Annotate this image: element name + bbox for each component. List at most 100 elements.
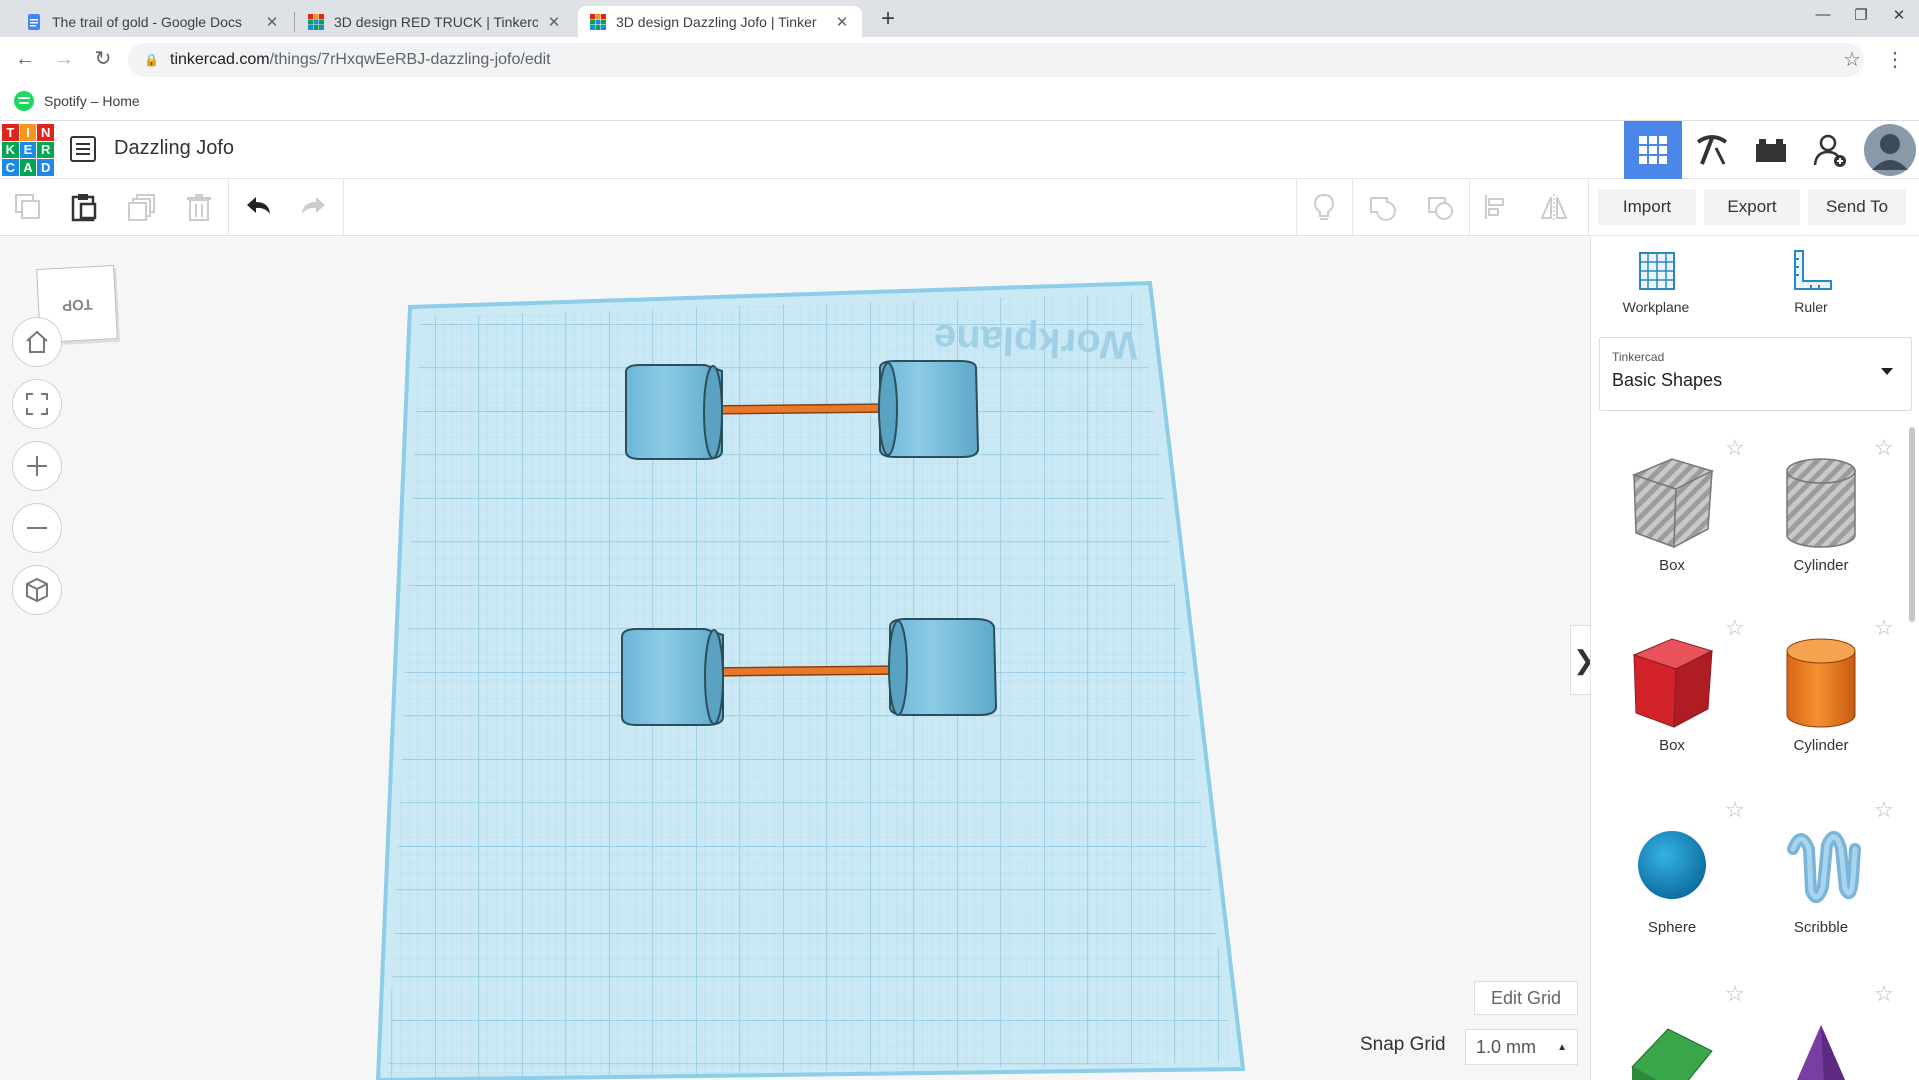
logo-letter: R	[37, 141, 54, 159]
restore-icon[interactable]: ❐	[1846, 6, 1876, 24]
shape-scribble[interactable]: Scribble	[1751, 809, 1891, 936]
blocks-button[interactable]	[1683, 121, 1741, 179]
hole-button[interactable]	[1422, 189, 1458, 225]
zoom-in-button[interactable]	[12, 441, 62, 491]
solid-button[interactable]	[1364, 189, 1400, 225]
url-path: /things/7rHxqwEeRBJ-dazzling-jofo/edit	[269, 51, 551, 68]
align-button[interactable]	[1479, 189, 1515, 225]
duplicate-button[interactable]	[124, 189, 160, 225]
tinkercad-favicon	[308, 13, 324, 30]
notes-button[interactable]	[1306, 189, 1342, 225]
logo-letter: T	[2, 124, 19, 141]
import-button[interactable]: Import	[1598, 189, 1696, 225]
close-icon[interactable]: ✕	[546, 13, 562, 31]
scribble-icon	[1787, 831, 1861, 903]
library-source: Tinkercad	[1612, 350, 1665, 364]
star-icon[interactable]: ☆	[1725, 981, 1745, 1007]
roof-icon	[1631, 1028, 1713, 1080]
zoom-out-button[interactable]	[12, 503, 62, 553]
mirror-button[interactable]	[1536, 189, 1572, 225]
shape-cylinder[interactable]: Cylinder	[1751, 627, 1891, 754]
bricks-button[interactable]	[1742, 121, 1800, 179]
shape-box-hole[interactable]: Box	[1602, 447, 1742, 574]
undo-button[interactable]	[240, 189, 276, 225]
box-red-icon	[1632, 638, 1714, 728]
browser-tab-docs[interactable]: The trail of gold - Google Docs ✕	[14, 6, 292, 37]
star-icon[interactable]: ☆	[1874, 615, 1894, 641]
close-icon[interactable]: ✕	[834, 13, 850, 31]
edit-grid-button[interactable]: Edit Grid	[1474, 981, 1578, 1015]
perspective-button[interactable]	[12, 565, 62, 615]
shape-library-select[interactable]: Tinkercad Basic Shapes	[1599, 337, 1912, 411]
shapes-panel: Workplane Ruler Tinkercad Basic Shapes B…	[1590, 237, 1919, 1080]
tinkercad-logo[interactable]: TIN KER CAD	[2, 124, 54, 176]
home-icon	[26, 330, 48, 353]
delete-button[interactable]	[181, 189, 217, 225]
shape-cone[interactable]	[1751, 1007, 1891, 1080]
star-icon[interactable]: ☆	[1874, 435, 1894, 461]
back-icon[interactable]: ←	[12, 47, 38, 73]
bookmark-star-icon[interactable]: ☆	[1843, 47, 1861, 72]
browser-menu-icon[interactable]: ⋮	[1885, 47, 1905, 72]
edit-toolbar: Import Export Send To	[0, 179, 1919, 236]
shape-roof[interactable]	[1602, 1007, 1742, 1080]
dropdown-icon	[1881, 368, 1893, 375]
fit-icon	[26, 393, 48, 415]
panel-scrollbar[interactable]	[1909, 427, 1915, 622]
design-list-icon[interactable]	[70, 136, 96, 162]
home-view-button[interactable]	[12, 317, 62, 367]
library-name: Basic Shapes	[1612, 370, 1723, 390]
collapse-panel-button[interactable]: ❯	[1570, 625, 1590, 695]
url-input[interactable]: 🔒 tinkercad.com/things/7rHxqwEeRBJ-dazzl…	[128, 43, 1864, 77]
shape-solid-icon	[1370, 197, 1396, 221]
star-icon[interactable]: ☆	[1725, 797, 1745, 823]
workplane-tool-button[interactable]: Workplane	[1601, 249, 1711, 315]
minimize-icon[interactable]: —	[1808, 6, 1838, 23]
close-icon[interactable]: ✕	[264, 13, 280, 31]
logo-letter: I	[19, 124, 37, 141]
tinkercad-favicon	[590, 13, 606, 30]
3d-view-button[interactable]	[1624, 121, 1682, 179]
window-close-icon[interactable]: ✕	[1884, 6, 1914, 24]
redo-button[interactable]	[296, 189, 332, 225]
toolbar-separator	[343, 179, 344, 236]
new-tab-button[interactable]: +	[874, 6, 902, 34]
star-icon[interactable]: ☆	[1874, 981, 1894, 1007]
bookmark-spotify[interactable]: Spotify – Home	[44, 93, 140, 109]
design-name[interactable]: Dazzling Jofo	[114, 137, 234, 160]
toolbar-separator	[1469, 179, 1470, 236]
workplane-icon	[1639, 252, 1675, 290]
browser-tab-dazzling-jofo[interactable]: 3D design Dazzling Jofo | Tinker ✕	[578, 6, 862, 37]
star-icon[interactable]: ☆	[1725, 615, 1745, 641]
browser-tab-red-truck[interactable]: 3D design RED TRUCK | Tinkerca ✕	[296, 6, 574, 37]
tab-title: The trail of gold - Google Docs	[52, 13, 242, 30]
mirror-icon	[1540, 194, 1568, 220]
shape-sphere[interactable]: Sphere	[1602, 809, 1742, 936]
forward-icon[interactable]: →	[51, 47, 77, 73]
star-icon[interactable]: ☆	[1874, 797, 1894, 823]
reload-icon[interactable]: ↻	[90, 47, 116, 73]
caret-up-icon: ▲	[1557, 1042, 1567, 1053]
copy-button[interactable]	[10, 189, 46, 225]
workplane-view[interactable]: Workplane	[0, 237, 1590, 1080]
profile-avatar[interactable]	[1861, 121, 1919, 179]
copy-icon	[15, 194, 40, 219]
shape-box[interactable]: Box	[1602, 627, 1742, 754]
paste-button[interactable]	[66, 189, 102, 225]
shape-label: Box	[1659, 557, 1685, 574]
send-to-button[interactable]: Send To	[1808, 189, 1906, 225]
duplicate-icon	[128, 194, 155, 221]
ruler-tool-label: Ruler	[1794, 299, 1828, 315]
fit-view-button[interactable]	[12, 379, 62, 429]
shape-cylinder-hole[interactable]: Cylinder	[1751, 447, 1891, 574]
snap-grid-value: 1.0 mm	[1476, 1036, 1537, 1057]
star-icon[interactable]: ☆	[1725, 435, 1745, 461]
export-button[interactable]: Export	[1704, 189, 1800, 225]
snap-grid-select[interactable]: 1.0 mm ▲	[1465, 1029, 1578, 1065]
3d-canvas[interactable]: Workplane TOP Edit Grid Snap Grid 1.0 mm…	[0, 237, 1590, 1080]
lock-icon: 🔒	[144, 53, 159, 67]
add-user-button[interactable]	[1801, 121, 1859, 179]
wheel	[625, 364, 723, 460]
wheel	[888, 618, 998, 716]
ruler-tool-button[interactable]: Ruler	[1756, 249, 1866, 315]
